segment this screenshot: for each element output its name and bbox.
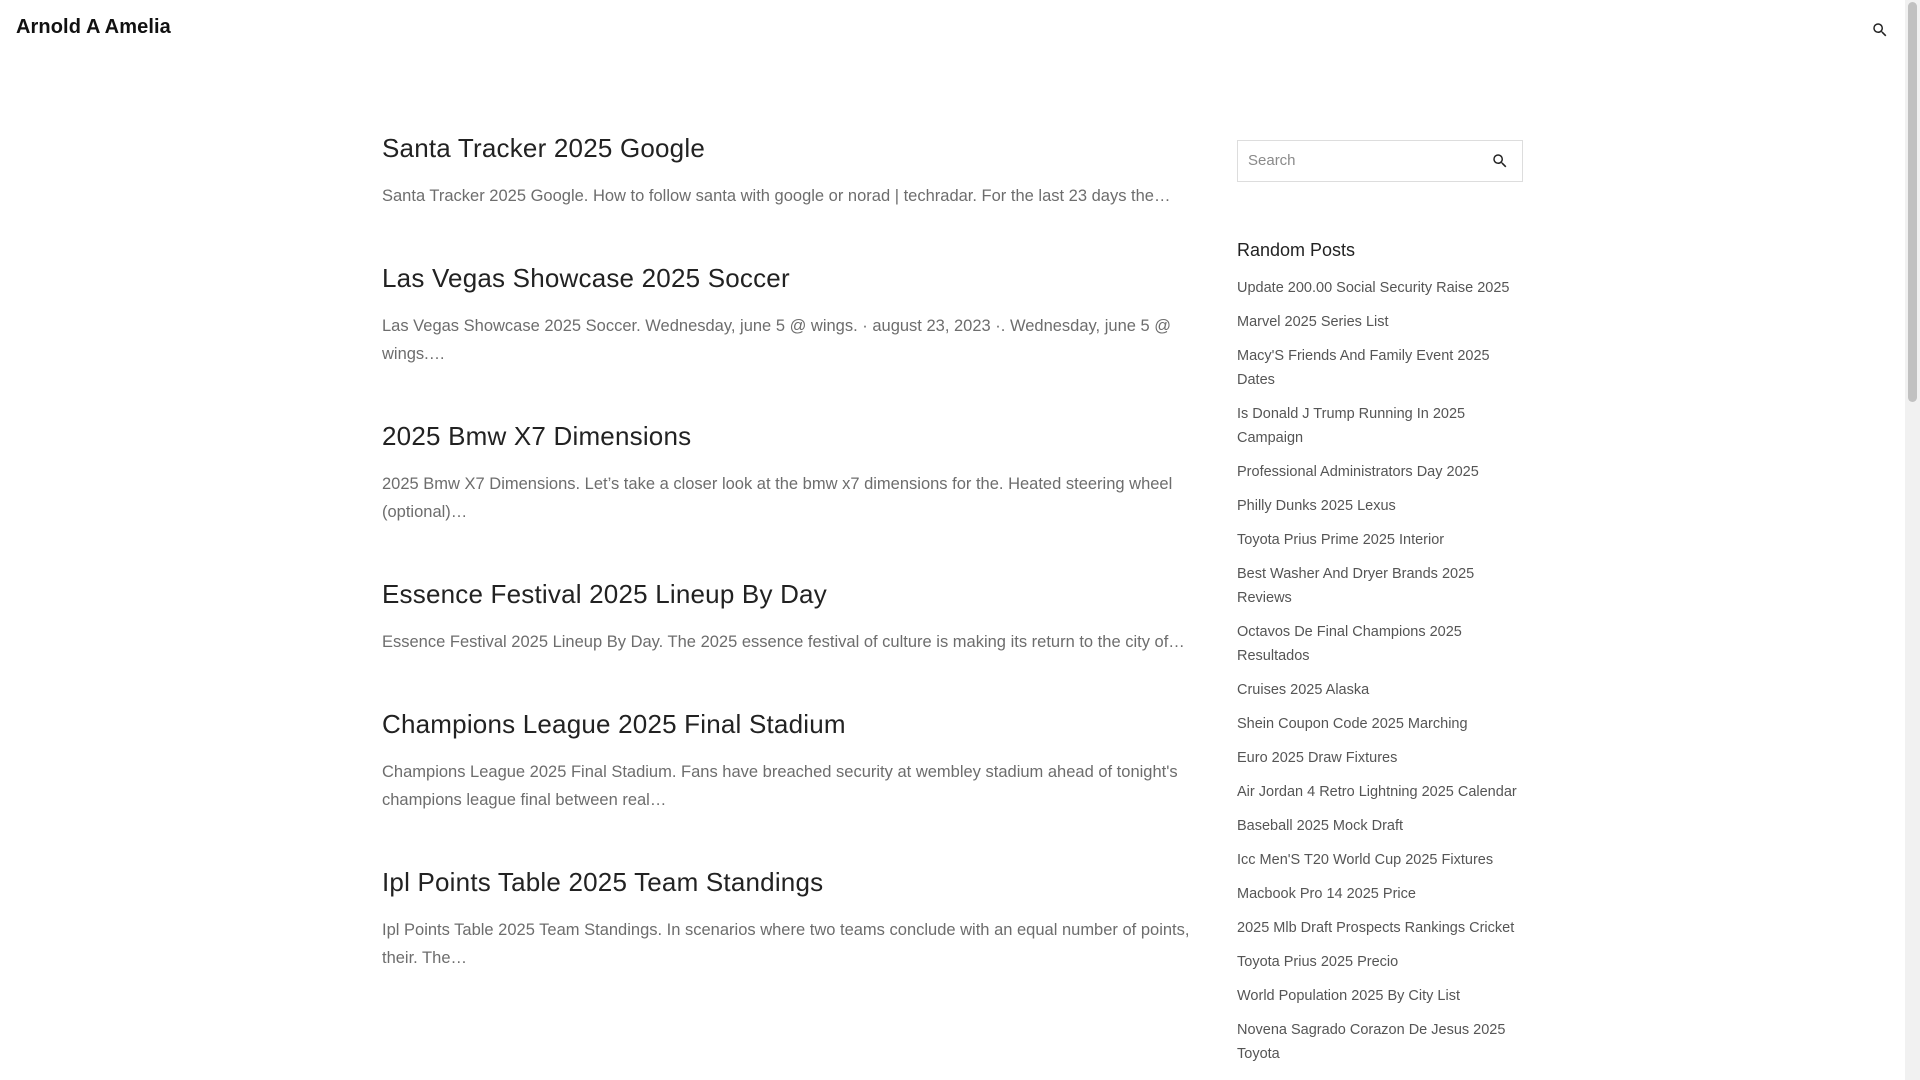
random-post-link[interactable]: Macy'S Friends And Family Event 2025 Dat… (1237, 344, 1523, 392)
random-post-link[interactable]: Is Donald J Trump Running In 2025 Campai… (1237, 402, 1523, 450)
random-post-link[interactable]: World Population 2025 By City List (1237, 984, 1523, 1008)
post-title[interactable]: Santa Tracker 2025 Google (382, 130, 1192, 166)
random-post-link[interactable]: Octavos De Final Champions 2025 Resultad… (1237, 620, 1523, 668)
post-title[interactable]: Essence Festival 2025 Lineup By Day (382, 576, 1192, 612)
post-excerpt: 2025 Bmw X7 Dimensions. Let’s take a clo… (382, 475, 1173, 521)
random-post-link[interactable]: Shein Coupon Code 2025 Marching (1237, 712, 1523, 736)
random-post-link[interactable]: Best Washer And Dryer Brands 2025 Review… (1237, 562, 1523, 610)
site-title[interactable]: Arnold A Amelia (16, 16, 171, 39)
post: Essence Festival 2025 Lineup By Day Esse… (382, 576, 1192, 656)
post: 2025 Bmw X7 Dimensions 2025 Bmw X7 Dimen… (382, 418, 1192, 526)
post: Santa Tracker 2025 Google Santa Tracker … (382, 130, 1192, 210)
random-post-link[interactable]: Philly Dunks 2025 Lexus (1237, 494, 1523, 518)
post-excerpt: Essence Festival 2025 Lineup By Day. The… (382, 633, 1185, 651)
post-title[interactable]: Las Vegas Showcase 2025 Soccer (382, 260, 1192, 296)
random-post-link[interactable]: 2025 Mlb Draft Prospects Rankings Cricke… (1237, 916, 1523, 940)
random-posts-title: Random Posts (1237, 240, 1356, 260)
post-title[interactable]: Ipl Points Table 2025 Team Standings (382, 864, 1192, 900)
sidebar: Random Posts Update 200.00 Social Securi… (1237, 140, 1523, 1076)
random-post-link[interactable]: Novena Sagrado Corazon De Jesus 2025 Toy… (1237, 1018, 1523, 1066)
search-input[interactable] (1238, 141, 1478, 179)
site-header: Arnold A Amelia (0, 0, 1905, 60)
random-post-link[interactable]: Icc Men'S T20 World Cup 2025 Fixtures (1237, 848, 1523, 872)
random-post-link[interactable]: Air Jordan 4 Retro Lightning 2025 Calend… (1237, 780, 1523, 804)
random-post-link[interactable]: Euro 2025 Draw Fixtures (1237, 746, 1523, 770)
post-title[interactable]: 2025 Bmw X7 Dimensions (382, 418, 1192, 454)
random-post-link[interactable]: Macbook Pro 14 2025 Price (1237, 882, 1523, 906)
post: Las Vegas Showcase 2025 Soccer Las Vegas… (382, 260, 1192, 368)
random-posts-list: Update 200.00 Social Security Raise 2025… (1237, 276, 1523, 1066)
sidebar-search-form (1237, 140, 1523, 182)
post-excerpt: Las Vegas Showcase 2025 Soccer. Wednesda… (382, 317, 1172, 363)
post-excerpt: Champions League 2025 Final Stadium. Fan… (382, 763, 1178, 809)
scrollbar-thumb[interactable] (1908, 2, 1917, 402)
post-title[interactable]: Champions League 2025 Final Stadium (382, 706, 1192, 742)
post-excerpt: Ipl Points Table 2025 Team Standings. In… (382, 921, 1190, 967)
random-post-link[interactable]: Cruises 2025 Alaska (1237, 678, 1523, 702)
random-post-link[interactable]: Toyota Prius Prime 2025 Interior (1237, 528, 1523, 552)
random-post-link[interactable]: Baseball 2025 Mock Draft (1237, 814, 1523, 838)
post-list: Santa Tracker 2025 Google Santa Tracker … (382, 130, 1192, 1022)
search-icon[interactable] (1488, 149, 1512, 173)
search-icon[interactable] (1868, 18, 1892, 42)
random-post-link[interactable]: Update 200.00 Social Security Raise 2025 (1237, 276, 1523, 300)
post: Champions League 2025 Final Stadium Cham… (382, 706, 1192, 814)
post: Ipl Points Table 2025 Team Standings Ipl… (382, 864, 1192, 972)
random-post-link[interactable]: Professional Administrators Day 2025 (1237, 460, 1523, 484)
post-excerpt: Santa Tracker 2025 Google. How to follow… (382, 187, 1171, 205)
random-post-link[interactable]: Marvel 2025 Series List (1237, 310, 1523, 334)
random-post-link[interactable]: Toyota Prius 2025 Precio (1237, 950, 1523, 974)
page-scrollbar[interactable] (1905, 0, 1920, 1080)
